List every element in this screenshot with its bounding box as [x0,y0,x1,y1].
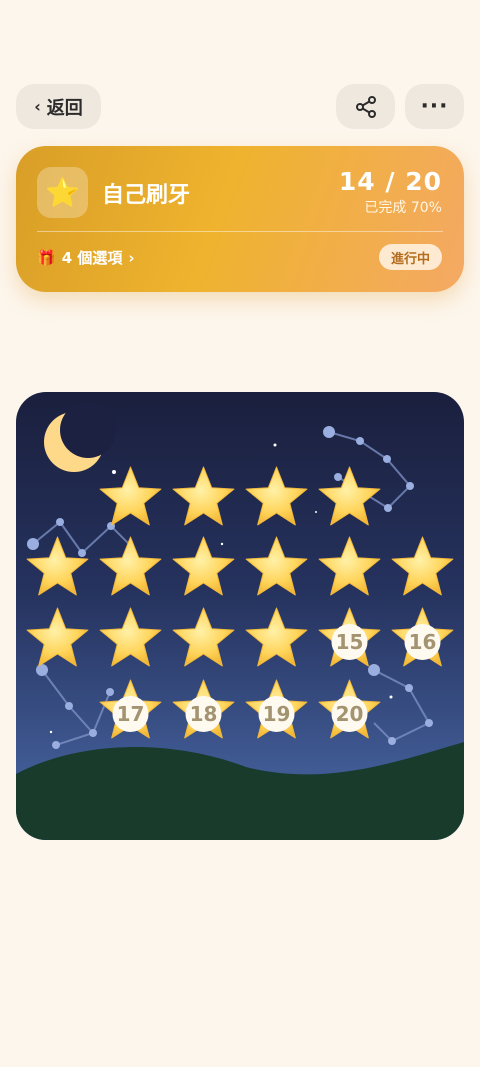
star-chart: 15 16 17 18 19 20 [16,392,464,840]
star-number: 20 [336,702,364,726]
gift-icon: 🎁 [37,248,56,267]
share-icon [355,95,376,118]
back-label: 返回 [46,97,83,119]
progress-count: 14 / 20 [338,167,442,196]
completed-percent: 已完成 70% [364,200,442,216]
star-icon: ⭐ [37,167,88,218]
star-number: 17 [117,702,145,726]
night-sky: 15 16 17 18 19 20 [16,392,464,840]
star-number: 18 [190,702,218,726]
task-title: 自己刷牙 [102,183,191,208]
card-divider [37,231,443,232]
star-number: 16 [409,630,437,654]
star-number: 15 [336,630,364,654]
more-horizontal-icon: ··· [420,94,449,119]
options-label: 4 個選項 [61,249,123,267]
chevron-left-icon: ‹ [34,97,41,116]
back-button[interactable]: ‹ 返回 [16,84,101,129]
options-link[interactable]: 🎁 4 個選項 › [37,247,135,268]
task-card: ⭐ 自己刷牙 14 / 20 已完成 70% 🎁 4 個選項 › 進行中 [16,146,464,292]
star-number: 19 [263,702,291,726]
chevron-right-icon: › [128,248,135,267]
status-badge: 進行中 [378,244,442,270]
more-button[interactable]: ··· [405,84,464,129]
share-button[interactable] [336,84,395,129]
